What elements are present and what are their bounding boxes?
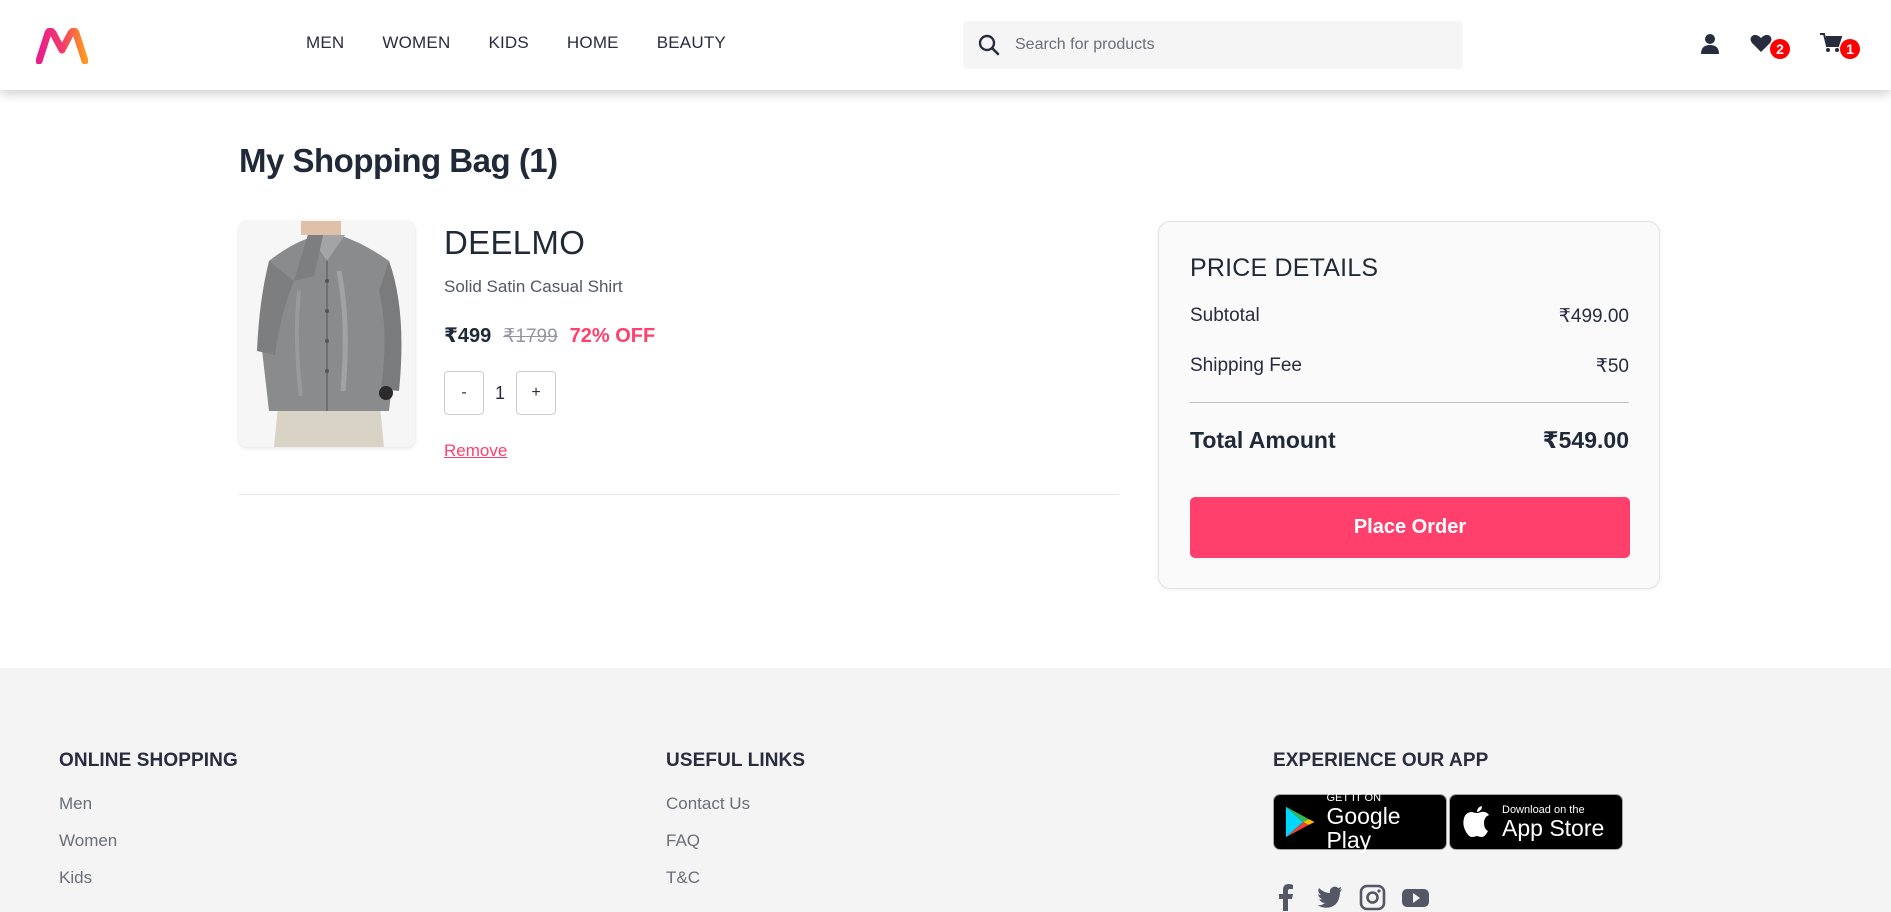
app-store-badges: GET IT ON Google Play Download on the Ap… — [1273, 792, 1623, 853]
google-play-badge[interactable]: GET IT ON Google Play — [1273, 792, 1447, 853]
heart-icon — [1750, 34, 1772, 52]
product-brand: DEELMO — [444, 224, 586, 261]
cart-button[interactable]: 1 — [1820, 33, 1864, 59]
footer-link-women[interactable]: Women — [59, 831, 238, 851]
footer-heading: ONLINE SHOPPING — [59, 750, 238, 771]
facebook-icon[interactable] — [1273, 884, 1300, 911]
total-label: Total Amount — [1190, 427, 1336, 453]
twitter-icon[interactable] — [1316, 884, 1343, 911]
app-store-badge[interactable]: Download on the App Store — [1449, 794, 1623, 850]
decrease-quantity-button[interactable]: - — [444, 371, 484, 415]
app-store-big-text: App Store — [1502, 815, 1605, 841]
search-icon[interactable] — [963, 21, 1015, 69]
page-title: My Shopping Bag (1) — [239, 142, 558, 179]
subtotal-label: Subtotal — [1190, 305, 1260, 326]
nav-beauty[interactable]: BEAUTY — [657, 33, 726, 53]
footer-link-tnc[interactable]: T&C — [666, 868, 805, 888]
nav-home[interactable]: HOME — [567, 33, 619, 53]
bag-item: DEELMO Solid Satin Casual Shirt ₹499 ₹17… — [239, 221, 1119, 495]
quantity-stepper: - 1 + — [444, 371, 556, 415]
myntra-logo[interactable] — [35, 27, 89, 65]
product-image[interactable] — [239, 221, 415, 447]
footer-link-faq[interactable]: FAQ — [666, 831, 805, 851]
divider — [1190, 402, 1629, 403]
google-play-big-text: Google Play — [1326, 803, 1401, 853]
footer-link-contact[interactable]: Contact Us — [666, 794, 805, 814]
product-name: Solid Satin Casual Shirt — [444, 277, 623, 296]
shipping-value: ₹50 — [1595, 356, 1629, 377]
price-details-card: PRICE DETAILS Subtotal ₹499.00 Shipping … — [1158, 221, 1660, 589]
original-price: ₹1799 — [503, 326, 558, 347]
nav-women[interactable]: WOMEN — [382, 33, 450, 53]
footer-link-men[interactable]: Men — [59, 794, 238, 814]
nav-men[interactable]: MEN — [306, 33, 344, 53]
subtotal-value: ₹499.00 — [1558, 306, 1629, 327]
main-nav: MEN WOMEN KIDS HOME BEAUTY — [306, 33, 764, 53]
apple-icon — [1463, 806, 1489, 837]
increase-quantity-button[interactable]: + — [516, 371, 556, 415]
quantity-value: 1 — [494, 382, 505, 403]
footer-link-kids[interactable]: Kids — [59, 868, 238, 888]
footer: ONLINE SHOPPING Men Women Kids USEFUL LI… — [0, 668, 1891, 912]
cart-icon — [1820, 33, 1843, 52]
price-row: ₹499 ₹1799 72% OFF — [444, 323, 655, 348]
footer-heading: USEFUL LINKS — [666, 750, 806, 771]
shipping-label: Shipping Fee — [1190, 355, 1302, 376]
total-row: Total Amount ₹549.00 — [1190, 427, 1629, 454]
top-header: MEN WOMEN KIDS HOME BEAUTY 2 1 — [0, 0, 1891, 90]
youtube-icon[interactable] — [1402, 884, 1429, 911]
search-bar — [963, 21, 1463, 69]
place-order-button[interactable]: Place Order — [1190, 497, 1630, 558]
shipping-row: Shipping Fee ₹50 — [1190, 355, 1629, 378]
social-links — [1273, 884, 1623, 911]
footer-online-shopping: ONLINE SHOPPING Men Women Kids — [59, 750, 238, 905]
nav-kids[interactable]: KIDS — [488, 33, 528, 53]
footer-app: EXPERIENCE OUR APP GET IT ON Google Play — [1273, 750, 1623, 911]
subtotal-row: Subtotal ₹499.00 — [1190, 305, 1629, 328]
total-value: ₹549.00 — [1542, 427, 1629, 453]
profile-icon[interactable] — [1700, 33, 1726, 59]
footer-useful-links: USEFUL LINKS Contact Us FAQ T&C — [666, 750, 805, 905]
instagram-icon[interactable] — [1359, 884, 1386, 911]
wishlist-count-badge: 2 — [1770, 39, 1790, 59]
selling-price: ₹499 — [444, 325, 492, 347]
cart-count-badge: 1 — [1840, 39, 1860, 59]
price-details-title: PRICE DETAILS — [1190, 254, 1379, 282]
wishlist-button[interactable]: 2 — [1750, 33, 1794, 59]
search-input[interactable] — [1015, 36, 1435, 54]
remove-item-link[interactable]: Remove — [444, 441, 507, 461]
discount-label: 72% OFF — [569, 325, 656, 347]
footer-heading: EXPERIENCE OUR APP — [1273, 750, 1489, 771]
google-play-icon — [1285, 806, 1315, 838]
